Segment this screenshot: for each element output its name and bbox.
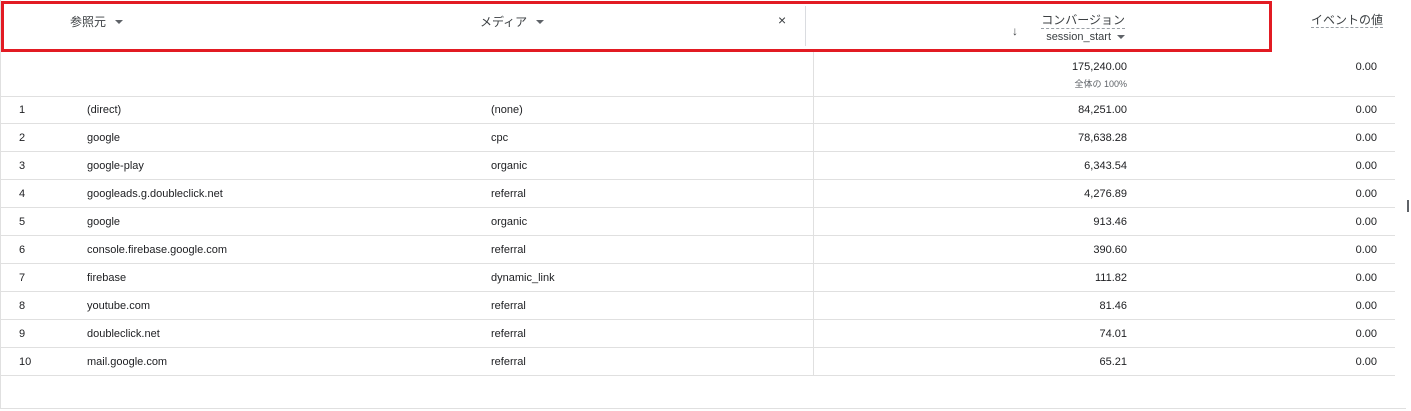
row-source: console.firebase.google.com	[87, 244, 228, 256]
row-medium: referral	[491, 356, 526, 368]
row-source: mail.google.com	[87, 356, 168, 368]
row-source: youtube.com	[87, 300, 150, 312]
row-source: googleads.g.doubleclick.net	[87, 188, 223, 200]
row-number: 8	[19, 300, 26, 312]
row-source: (direct)	[87, 104, 122, 116]
table-row: 1 (direct) (none) 84,251.00 0.00	[0, 96, 1395, 124]
conversion-event-selector[interactable]: session_start	[1010, 31, 1125, 43]
event-value-metric-header[interactable]: イベントの値	[1290, 11, 1383, 28]
table-header: 参照元 メディア × ↓ コンバージョン session_start イベントの…	[0, 0, 1395, 52]
row-medium: referral	[491, 328, 526, 340]
row-number: 1	[19, 104, 26, 116]
table-row: 10 mail.google.com referral 65.21 0.00	[0, 348, 1395, 376]
totals-row: 175,240.00 全体の 100% 0.00	[0, 52, 1395, 97]
row-source: google	[87, 216, 121, 228]
row-event-value: 0.00	[1355, 244, 1377, 256]
caret-down-icon[interactable]	[1117, 35, 1125, 39]
totals-conversions-value: 175,240.00	[1071, 61, 1127, 73]
conversions-header-label[interactable]: コンバージョン	[1041, 11, 1125, 29]
row-medium: dynamic_link	[491, 272, 555, 284]
row-conversions: 81.46	[1099, 300, 1127, 312]
header-divider	[805, 6, 806, 46]
table-row: 4 googleads.g.doubleclick.net referral 4…	[0, 180, 1395, 208]
row-event-value: 0.00	[1355, 132, 1377, 144]
caret-down-icon[interactable]	[115, 19, 124, 24]
row-conversions: 74.01	[1099, 328, 1127, 340]
row-source: firebase	[87, 272, 127, 284]
source-header-label: 参照元	[70, 15, 107, 29]
row-conversions: 6,343.54	[1084, 160, 1127, 172]
row-event-value: 0.00	[1355, 356, 1377, 368]
table-row: 8 youtube.com referral 81.46 0.00	[0, 292, 1395, 320]
row-conversions: 913.46	[1093, 216, 1127, 228]
table-row: 3 google-play organic 6,343.54 0.00	[0, 152, 1395, 180]
row-event-value: 0.00	[1355, 216, 1377, 228]
row-conversions: 390.60	[1093, 244, 1127, 256]
row-event-value: 0.00	[1355, 328, 1377, 340]
row-number: 4	[19, 188, 26, 200]
row-medium: referral	[491, 300, 526, 312]
totals-conversions-percent: 全体の 100%	[1074, 79, 1127, 89]
row-event-value: 0.00	[1355, 272, 1377, 284]
table-row: 5 google organic 913.46 0.00	[0, 208, 1395, 236]
totals-conversions: 175,240.00 全体の 100%	[1000, 61, 1127, 90]
row-medium: referral	[491, 188, 526, 200]
row-number: 10	[19, 356, 32, 368]
row-medium: referral	[491, 244, 526, 256]
row-event-value: 0.00	[1355, 104, 1377, 116]
conversion-event-label: session_start	[1046, 31, 1111, 43]
row-medium: organic	[491, 216, 528, 228]
row-medium: organic	[491, 160, 528, 172]
row-source: google-play	[87, 160, 144, 172]
row-conversions: 84,251.00	[1078, 104, 1127, 116]
medium-header-label: メディア	[480, 15, 528, 29]
row-number: 2	[19, 132, 26, 144]
row-medium: (none)	[491, 104, 523, 116]
table-row: 9 doubleclick.net referral 74.01 0.00	[0, 320, 1395, 348]
row-number: 9	[19, 328, 26, 340]
table-row: 2 google cpc 78,638.28 0.00	[0, 124, 1395, 152]
row-conversions: 65.21	[1099, 356, 1127, 368]
caret-down-icon[interactable]	[536, 19, 545, 24]
row-event-value: 0.00	[1355, 188, 1377, 200]
table-row: 7 firebase dynamic_link 111.82 0.00	[0, 264, 1395, 292]
row-conversions: 111.82	[1094, 272, 1127, 284]
table-body: 1 (direct) (none) 84,251.00 0.00 2 googl…	[0, 96, 1395, 376]
totals-event-value: 0.00	[1355, 61, 1377, 73]
row-conversions: 4,276.89	[1084, 188, 1127, 200]
row-medium: cpc	[491, 132, 509, 144]
row-event-value: 0.00	[1355, 300, 1377, 312]
close-icon[interactable]: ×	[778, 12, 786, 28]
row-conversions: 78,638.28	[1078, 132, 1127, 144]
event-value-header-label[interactable]: イベントの値	[1310, 13, 1383, 28]
table-row: 6 console.firebase.google.com referral 3…	[0, 236, 1395, 264]
conversions-metric-header[interactable]: コンバージョン session_start	[1010, 11, 1125, 43]
row-number: 7	[19, 272, 26, 284]
row-source: google	[87, 132, 121, 144]
row-number: 5	[19, 216, 26, 228]
source-dimension-header[interactable]: 参照元	[70, 13, 124, 30]
medium-dimension-header[interactable]: メディア	[480, 13, 545, 30]
row-event-value: 0.00	[1355, 160, 1377, 172]
row-number: 6	[19, 244, 26, 256]
row-number: 3	[19, 160, 26, 172]
scrollbar-handle[interactable]	[1407, 200, 1409, 212]
row-source: doubleclick.net	[87, 328, 160, 340]
